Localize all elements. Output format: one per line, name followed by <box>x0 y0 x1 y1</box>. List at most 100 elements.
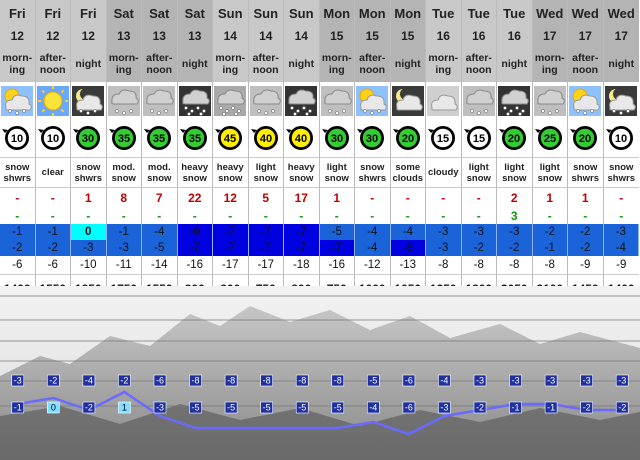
wind-speed: 10 <box>47 133 59 145</box>
temperature-badge-label: -8 <box>192 376 200 386</box>
date-cell: 17 <box>532 27 568 45</box>
temperature-max-value: -3 <box>509 226 520 238</box>
temperature-badge-label: -1 <box>14 403 22 413</box>
wind-cell: 10 <box>36 119 71 157</box>
day-label: Fri <box>8 6 26 21</box>
temperature-badge: 1 <box>118 401 131 414</box>
precipitation-value: - <box>405 191 410 205</box>
snow-value: - <box>86 209 91 223</box>
wind-speed: 10 <box>615 133 627 145</box>
wind-cell: 40 <box>284 119 320 157</box>
wind-chill-cell: -8 <box>533 256 568 274</box>
wind-arrow-icon: 10 <box>2 126 30 150</box>
day-label: Fri <box>79 6 97 21</box>
snow-value: - <box>441 209 446 223</box>
cloud-snow-icon <box>533 85 566 116</box>
weather-icon-cell <box>568 82 604 119</box>
description-row: snow shwrs clear snow shwrs mod. snow mod. snow h… <box>0 157 640 188</box>
description-cell: light snow <box>497 157 533 188</box>
wind-speed: 30 <box>82 133 94 145</box>
temperature-badge: -6 <box>402 374 416 387</box>
precipitation-cell: 1 <box>71 188 107 208</box>
temperature-max-cell: -4 <box>390 224 426 240</box>
time-of-day-label: morn- <box>215 51 246 64</box>
wind-cell: 10 <box>0 119 36 157</box>
temperature-max-value: -2 <box>580 226 591 238</box>
description-cell: snow shwrs <box>603 157 639 188</box>
wind-arrow-icon: 30 <box>73 126 101 150</box>
snow-cell: - <box>462 208 497 224</box>
date-label: 12 <box>46 29 60 43</box>
description-label: snow <box>147 172 172 184</box>
precipitation-cell: 5 <box>249 188 284 208</box>
temperature-min-cell: -7 <box>213 240 249 256</box>
date-cell: 14 <box>248 27 284 45</box>
description-label: snow <box>111 172 136 184</box>
temperature-min-cell: -4 <box>355 240 391 256</box>
temperature-min-value: -6 <box>402 242 413 254</box>
precipitation-cell: 2 <box>497 188 533 208</box>
day-label: Tue <box>432 6 455 21</box>
time-of-day-label: ing <box>115 63 132 76</box>
wind-arrow-icon: 35 <box>144 126 172 150</box>
night-heavy-snow-icon <box>498 85 531 116</box>
temperature-max-cell: -4 <box>142 224 178 240</box>
wind-arrow-icon: 25 <box>534 126 562 150</box>
snow-value: - <box>476 209 481 223</box>
time-of-day-label: night <box>288 57 315 70</box>
temperature-max-cell: -3 <box>426 224 462 240</box>
cloud-snow-icon <box>249 85 282 116</box>
temperature-min-value: -4 <box>367 242 378 254</box>
precipitation-value: 2 <box>510 191 518 205</box>
weather-icon-cell <box>391 82 426 119</box>
description-cell: light snow <box>532 157 568 188</box>
temperature-min-cell: -2 <box>35 240 71 256</box>
temperature-min-value: -7 <box>296 242 307 254</box>
temperature-max-cell: 0 <box>71 224 107 240</box>
time-of-day-cell: morn-ing <box>0 45 36 82</box>
description-label: shwrs <box>3 172 31 184</box>
description-label: some <box>395 161 421 173</box>
wind-cell: 30 <box>355 119 391 157</box>
date-label: 17 <box>614 29 628 43</box>
snow-cell: - <box>249 208 284 224</box>
temperature-badge-label: -4 <box>369 403 377 413</box>
wind-arrow-icon: 45 <box>215 126 243 150</box>
date-cell: 16 <box>426 27 462 45</box>
temperature-badge-label: -5 <box>227 403 235 413</box>
date-cell: 13 <box>142 27 178 45</box>
moon-snow-icon <box>605 85 638 116</box>
description-label: shwrs <box>74 172 102 184</box>
date-cell: 13 <box>106 27 142 45</box>
time-of-day-label: morn- <box>321 51 352 64</box>
day-row: Fri Fri Fri Sat Sat Sat Sun Sun Sun Mon Mon Mon Tue T… <box>0 0 640 27</box>
weather-icon-cell <box>355 82 391 119</box>
date-label: 13 <box>152 29 166 43</box>
description-label: snow <box>182 172 207 184</box>
description-label: mod. <box>147 161 171 173</box>
weather-icon-cell <box>142 82 178 119</box>
description-label: mod. <box>112 161 136 173</box>
snow-cell: - <box>426 208 462 224</box>
temperature-min-cell: -3 <box>426 240 462 256</box>
weather-icon-cell <box>462 82 497 119</box>
precipitation-value: - <box>50 191 55 205</box>
temperature-max-value: -7 <box>260 226 271 238</box>
temperature-min-cell: -2 <box>0 240 36 256</box>
partly-cloudy-snow-icon <box>569 85 602 116</box>
temperature-min-cell: -6 <box>390 240 426 256</box>
wind-chill-value: -14 <box>150 259 168 271</box>
date-cell: 14 <box>284 27 320 45</box>
temperature-max-value: -5 <box>331 226 342 238</box>
description-label: light <box>468 161 489 173</box>
wind-speed: 35 <box>189 133 201 145</box>
wind-speed: 35 <box>118 133 130 145</box>
description-cell: snow shwrs <box>71 157 107 188</box>
temperature-badge-label: -2 <box>85 403 93 413</box>
temperature-max-cell: -5 <box>319 224 355 240</box>
snow-cell: - <box>568 208 604 224</box>
temperature-max-value: -3 <box>615 226 626 238</box>
temperature-badge: -1 <box>544 401 558 414</box>
wind-cell: 30 <box>71 119 107 157</box>
wind-speed: 35 <box>153 133 165 145</box>
